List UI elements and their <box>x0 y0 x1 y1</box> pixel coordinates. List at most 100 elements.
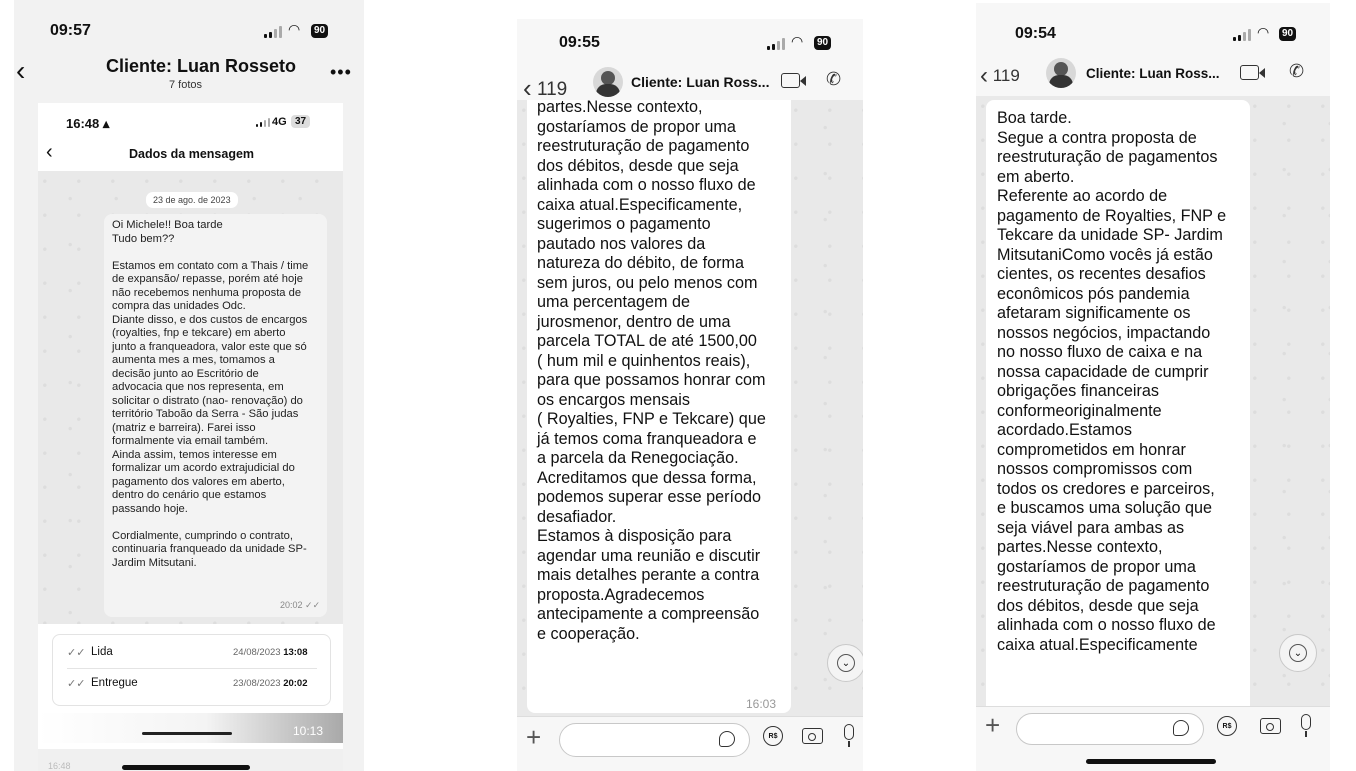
message-line: alinhada com o nosso fluxo de <box>997 616 1216 634</box>
message-line: agendar uma reunião e discutir <box>537 546 761 565</box>
video-call-icon[interactable] <box>1240 65 1259 80</box>
message-line: e cooperação. <box>537 624 640 643</box>
message-line: jurosmenor, dentro de uma <box>537 312 731 331</box>
plus-icon[interactable]: + <box>526 722 541 753</box>
delivered-check-icon: ✓✓ <box>67 678 86 690</box>
message-line: (matriz e barreira). Farei isso <box>112 421 256 434</box>
phone-call-icon[interactable]: ✆ <box>826 69 841 90</box>
back-button[interactable]: ‹ <box>16 56 25 86</box>
message-line: continuaria franqueado da unidade SP- <box>112 543 307 555</box>
message-line: Jardim Mitsutani. <box>112 556 197 569</box>
message-line: pagamento de Royalties, FNP e <box>997 206 1227 225</box>
inner-battery: 37 <box>291 115 311 128</box>
message-line: antecipamente a compreensão <box>537 605 760 623</box>
message-line: reestruturação de pagamento <box>537 137 750 155</box>
payment-icon[interactable]: R$ <box>1217 716 1237 736</box>
message-line <box>112 516 308 530</box>
delivered-label: Entregue <box>91 677 138 689</box>
message-line: ( hum mil e quinhentos reais), <box>537 351 751 370</box>
message-line: Tekcare da unidade SP- Jardim <box>997 226 1223 244</box>
message-line: acordado.Estamos <box>997 421 1132 439</box>
message-line: já temos coma franqueadora e <box>537 429 757 448</box>
message-line: não recebemos nenhuma proposta de <box>112 286 302 299</box>
sticker-icon[interactable] <box>719 731 735 747</box>
microphone-icon[interactable] <box>844 724 854 740</box>
message-line: nossa capacidade de cumprir <box>997 362 1209 381</box>
date-chip: 23 de ago. de 2023 <box>146 192 238 208</box>
microphone-stand <box>1305 731 1307 737</box>
message-time: 16:03 <box>746 697 777 711</box>
message-line: (royalties, fnp e tekcare) em aberto <box>112 327 286 339</box>
contact-avatar[interactable] <box>593 67 623 97</box>
nav-title: Cliente: Luan Rosseto <box>106 56 297 76</box>
inner-back-button[interactable]: ‹ <box>46 141 53 164</box>
message-line: decisão junto ao Escritório de <box>112 367 259 380</box>
contact-name[interactable]: Cliente: Luan Ross... <box>631 74 769 90</box>
battery-indicator: 90 <box>1279 27 1297 41</box>
microphone-icon[interactable] <box>1301 714 1311 730</box>
chevron-left-icon: ‹ <box>523 73 532 103</box>
wifi-icon: ◠ <box>791 33 804 49</box>
contact-name[interactable]: Cliente: Luan Ross... <box>1086 66 1220 81</box>
status-time: 09:57 <box>50 22 91 39</box>
video-call-icon[interactable] <box>781 73 800 88</box>
inner-network: 4G <box>272 116 287 128</box>
input-bar: + R$ <box>517 716 863 771</box>
message-line: MitsutaniComo vocês já estão <box>997 245 1213 264</box>
read-check-icon: ✓✓ <box>67 647 86 659</box>
message-line: dos débitos, desde que seja <box>537 156 739 175</box>
inner-screenshot: 16:48 ▴ 4G 37 ‹ Dados da mensagem 23 de … <box>38 103 343 771</box>
message-line: mais detalhes perante a contra <box>537 566 760 584</box>
chat-area: Boa tarde. Segue a contra proposta de rees… <box>976 96 1330 706</box>
message-line: sugerimos o pagamento <box>537 215 711 233</box>
status-time: 09:55 <box>559 34 600 51</box>
right-phone-screenshot: 09:54 ◠ 90 ‹ 119 Cliente: Luan Ross... ✆… <box>976 3 1330 771</box>
message-line: território Taboão da Serra - São judas <box>112 408 299 420</box>
message-text: partes.Nesse contexto, gostaríamos de pro… <box>537 100 766 644</box>
message-line: dos débitos, desde que seja <box>997 596 1199 615</box>
divider <box>67 668 317 669</box>
message-line: Oi Michele!! Boa tarde <box>112 219 223 231</box>
video-time: 10:13 <box>293 724 324 738</box>
message-line: passando hoje. <box>112 502 188 515</box>
message-line: no nosso fluxo de caixa e na <box>997 343 1203 361</box>
sticker-icon[interactable] <box>1173 720 1189 736</box>
bottom-peek: 16:48 <box>38 749 343 771</box>
message-line: desafiador. <box>537 507 617 526</box>
scroll-down-button[interactable]: ⌄ <box>827 644 863 682</box>
message-line: pautado nos valores da <box>537 234 706 253</box>
message-line: caixa atual.Especificamente <box>997 635 1198 654</box>
message-line: partes.Nesse contexto, <box>997 538 1163 556</box>
camera-lens <box>808 733 816 741</box>
video-call-lens <box>1259 68 1265 78</box>
nav-subtitle: 7 fotos <box>169 79 203 91</box>
message-line: sem juros, ou pelo menos com <box>537 273 758 292</box>
contact-avatar[interactable] <box>1046 58 1076 88</box>
phone-call-icon[interactable]: ✆ <box>1289 61 1304 82</box>
battery-indicator: 90 <box>814 36 832 50</box>
message-line: Estamos à disposição para <box>537 527 732 545</box>
message-bubble: partes.Nesse contexto, gostaríamos de pro… <box>527 100 791 713</box>
message-line: aumenta mes a mes, tomamos a <box>112 354 275 366</box>
message-line: Cordialmente, cumprindo o contrato, <box>112 529 293 542</box>
home-indicator-bar <box>122 765 250 770</box>
message-line: podemos superar esse período <box>537 488 762 506</box>
message-line: Estamos em contato com a Thais / time <box>112 259 309 272</box>
message-line: proposta.Agradecemos <box>537 585 705 604</box>
scroll-down-button[interactable]: ⌄ <box>1279 634 1317 672</box>
message-line: junto a franqueadora, valor este que só <box>112 340 307 353</box>
bottom-time: 16:48 <box>48 761 71 771</box>
payment-icon[interactable]: R$ <box>763 726 783 746</box>
message-line: para que possamos honrar com <box>537 371 766 389</box>
message-line: natureza do débito, de forma <box>537 254 744 272</box>
message-line: e buscamos uma solução que <box>997 499 1213 517</box>
back-button[interactable]: ‹ 119 <box>523 71 567 103</box>
plus-icon[interactable]: + <box>985 710 1000 741</box>
message-line: cientes, os recentes desafios <box>997 265 1206 283</box>
home-indicator <box>142 732 232 735</box>
message-input[interactable] <box>1016 713 1204 745</box>
message-line: reestruturação de pagamento <box>997 577 1210 595</box>
back-button[interactable]: ‹ 119 <box>980 60 1020 89</box>
message-input[interactable] <box>559 723 750 757</box>
more-options-icon[interactable]: ••• <box>330 62 352 83</box>
